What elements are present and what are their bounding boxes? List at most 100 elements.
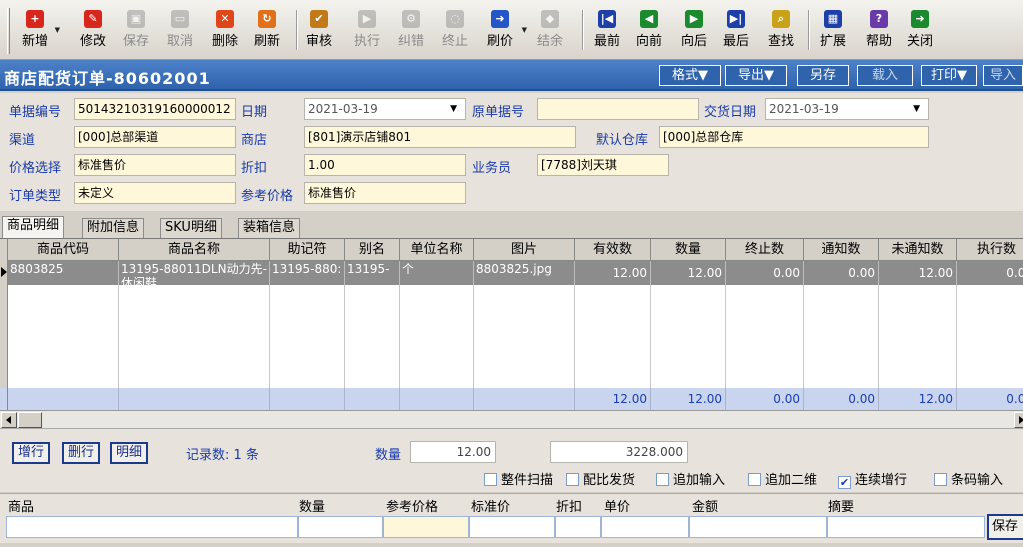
- toolbar-help-button[interactable]: ? 帮助: [862, 4, 896, 58]
- toolbar-refresh-button[interactable]: ↻ 刷新: [252, 4, 282, 58]
- checkbox-unchecked-icon[interactable]: [748, 473, 761, 486]
- option-checkbox[interactable]: 配比发货: [566, 469, 635, 488]
- orig-no-field[interactable]: [537, 98, 699, 120]
- toolbar-price-button[interactable]: ➜ 刷价 ▼: [483, 4, 527, 58]
- delivery-date-field[interactable]: 2021-03-19 ▼: [765, 98, 929, 120]
- chevron-down-icon[interactable]: ▼: [913, 99, 920, 119]
- toolbar-correct-button[interactable]: ⚙ 纠错: [394, 4, 428, 58]
- table-cell[interactable]: 个: [400, 261, 474, 285]
- column-header[interactable]: 通知数: [804, 239, 879, 261]
- column-header[interactable]: 图片: [474, 239, 575, 261]
- tab-extra-info[interactable]: 附加信息: [82, 218, 145, 238]
- quick-product-input[interactable]: [6, 516, 298, 538]
- table-cell[interactable]: 0.00: [726, 261, 804, 285]
- toolbar-next-button[interactable]: ▶ 向后: [677, 4, 711, 58]
- checkbox-checked-icon[interactable]: ✔: [838, 476, 851, 489]
- checkbox-unchecked-icon[interactable]: [656, 473, 669, 486]
- quick-qty-input[interactable]: [298, 516, 383, 538]
- option-checkbox[interactable]: 追加输入: [656, 469, 725, 488]
- quick-discount-input[interactable]: [555, 516, 601, 538]
- toolbar-plus-button[interactable]: + 新增 ▼: [20, 4, 60, 58]
- toolbar-execute-button[interactable]: ▶ 执行: [350, 4, 384, 58]
- toolbar-save-button[interactable]: ▣ 保存: [121, 4, 151, 58]
- toolbar-close-button[interactable]: ➜ 关闭: [905, 4, 935, 58]
- checkbox-unchecked-icon[interactable]: [934, 473, 947, 486]
- column-header[interactable]: 未通知数: [879, 239, 957, 261]
- column-header[interactable]: 别名: [345, 239, 400, 261]
- toolbar-find-button[interactable]: ⌕ 查找: [764, 4, 798, 58]
- order-type-field[interactable]: 未定义: [74, 182, 236, 204]
- quick-memo-input[interactable]: [827, 516, 985, 538]
- column-header[interactable]: 商品名称: [119, 239, 270, 261]
- option-checkbox[interactable]: 追加二维: [748, 469, 817, 488]
- salesman-field[interactable]: [7788]刘天琪: [537, 154, 669, 176]
- warehouse-field[interactable]: [000]总部仓库: [659, 126, 929, 148]
- checkbox-unchecked-icon[interactable]: [566, 473, 579, 486]
- option-checkbox[interactable]: ✔ 连续增行: [838, 469, 907, 489]
- export-button[interactable]: 导出▼: [725, 65, 787, 86]
- discount-field[interactable]: 1.00: [304, 154, 466, 176]
- doc-no-field[interactable]: 50143210319160000012: [74, 98, 236, 120]
- table-cell[interactable]: 8803825.jpg: [474, 261, 575, 285]
- column-header[interactable]: 单位名称: [400, 239, 474, 261]
- tab-packing-info[interactable]: 装箱信息: [238, 218, 301, 238]
- delete-row-button[interactable]: 删行: [62, 442, 101, 464]
- toolbar-stop-button[interactable]: ◌ 终止: [438, 4, 472, 58]
- toolbar-delete-button[interactable]: ✕ 删除: [210, 4, 240, 58]
- toolbar-grip[interactable]: [7, 8, 10, 54]
- scroll-thumb[interactable]: [18, 412, 42, 428]
- column-header[interactable]: 助记符: [270, 239, 345, 261]
- shop-field[interactable]: [801]演示店铺801: [304, 126, 576, 148]
- date-field[interactable]: 2021-03-19 ▼: [304, 98, 466, 120]
- table-cell[interactable]: 13195-880:: [270, 261, 345, 285]
- quick-std-price-input[interactable]: [469, 516, 555, 538]
- table-cell[interactable]: 12.00: [879, 261, 957, 285]
- tab-sku-detail[interactable]: SKU明细: [160, 218, 222, 238]
- toolbar-balance-button[interactable]: ◆ 结余: [535, 4, 565, 58]
- table-cell[interactable]: 12.00: [651, 261, 726, 285]
- column-header[interactable]: 终止数: [726, 239, 804, 261]
- quick-amount-input[interactable]: [689, 516, 827, 538]
- column-header[interactable]: 有效数: [575, 239, 651, 261]
- toolbar-grid-button[interactable]: ▦ 扩展: [818, 4, 848, 58]
- toolbar-prev-button[interactable]: ◀ 向前: [634, 4, 664, 58]
- channel-field[interactable]: [000]总部渠道: [74, 126, 236, 148]
- toolbar-edit-button[interactable]: ✎ 修改: [78, 4, 108, 58]
- table-cell[interactable]: 12.00: [575, 261, 651, 285]
- dropdown-arrow-icon[interactable]: ▼: [522, 26, 527, 34]
- format-button[interactable]: 格式▼: [659, 65, 721, 86]
- row-indicator[interactable]: [0, 261, 8, 285]
- save-as-button[interactable]: 另存: [797, 65, 849, 86]
- option-checkbox[interactable]: 条码输入: [934, 469, 1003, 488]
- table-cell[interactable]: 13195-: [345, 261, 400, 285]
- table-cell[interactable]: 8803825: [8, 261, 119, 285]
- price-select-field[interactable]: 标准售价: [74, 154, 236, 176]
- add-row-button[interactable]: 增行: [12, 442, 51, 464]
- chevron-down-icon[interactable]: ▼: [450, 99, 457, 119]
- tab-product-detail[interactable]: 商品明细: [2, 216, 65, 238]
- dropdown-arrow-icon[interactable]: ▼: [55, 26, 60, 34]
- column-header[interactable]: 商品代码: [8, 239, 119, 261]
- column-header[interactable]: 执行数: [957, 239, 1023, 261]
- import-button[interactable]: 导入: [983, 65, 1023, 86]
- toolbar-last-button[interactable]: ▶| 最后: [721, 4, 751, 58]
- detail-button[interactable]: 明细: [110, 442, 149, 464]
- quick-unit-price-input[interactable]: [601, 516, 689, 538]
- scroll-right-button[interactable]: [1014, 412, 1023, 428]
- toolbar-approve-button[interactable]: ✔ 审核: [302, 4, 336, 58]
- quick-save-button[interactable]: 保存: [987, 514, 1023, 540]
- horizontal-scrollbar[interactable]: [0, 410, 1023, 428]
- checkbox-unchecked-icon[interactable]: [484, 473, 497, 486]
- print-button[interactable]: 打印▼: [921, 65, 977, 86]
- table-cell[interactable]: 0.00: [804, 261, 879, 285]
- option-checkbox[interactable]: 整件扫描: [484, 469, 553, 488]
- column-header[interactable]: 数量: [651, 239, 726, 261]
- quick-ref-price-input[interactable]: [383, 516, 469, 538]
- grid-empty-area[interactable]: [0, 285, 1023, 388]
- toolbar-first-button[interactable]: |◀ 最前: [592, 4, 622, 58]
- table-row[interactable]: 8803825 13195-88011DLN动力先-休闲鞋 13195-880: 13…: [0, 261, 1023, 285]
- table-cell[interactable]: 0.00: [957, 261, 1023, 285]
- scroll-left-button[interactable]: [1, 412, 17, 428]
- table-cell[interactable]: 13195-88011DLN动力先-休闲鞋: [119, 261, 270, 285]
- toolbar-cancel-button[interactable]: ▭ 取消: [165, 4, 195, 58]
